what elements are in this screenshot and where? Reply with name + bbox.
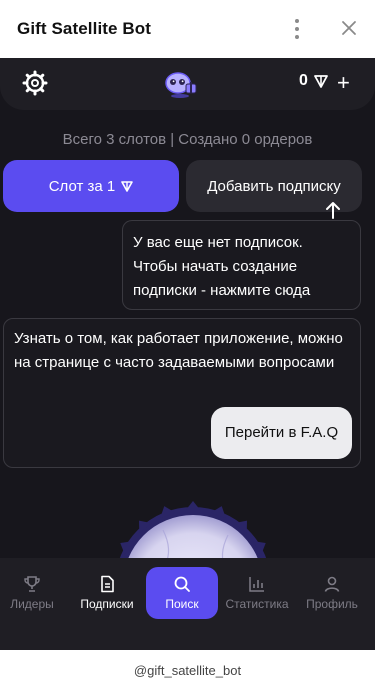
nav-label: Профиль	[306, 597, 358, 611]
go-to-faq-button[interactable]: Перейти в F.A.Q	[211, 407, 352, 459]
telegram-title: Gift Satellite Bot	[17, 19, 152, 38]
faq-card-text: Узнать о том, как работает приложение, м…	[14, 330, 343, 371]
gear-icon[interactable]	[22, 70, 48, 96]
plus-icon[interactable]: +	[337, 71, 353, 95]
nav-item-statistics[interactable]: Статистика	[221, 567, 293, 619]
nav-item-profile[interactable]: Профиль	[296, 567, 368, 619]
no-subscriptions-tip: У вас еще нет подписок. Чтобы начать соз…	[122, 220, 361, 310]
slots-summary: Всего 3 слотов | Создано 0 ордеров	[62, 131, 313, 148]
profile-icon	[324, 576, 340, 592]
bot-username-footer: @gift_satellite_bot	[0, 650, 375, 691]
nav-item-subscriptions[interactable]: Подписки	[71, 567, 143, 619]
document-icon	[101, 575, 114, 593]
nav-label: Поиск	[165, 597, 199, 611]
satellite-bot-logo-icon	[165, 72, 197, 98]
more-vertical-icon[interactable]	[288, 17, 306, 41]
nav-label: Подписки	[80, 597, 134, 611]
nav-label: Статистика	[225, 597, 289, 611]
nav-item-search[interactable]: Поиск	[146, 567, 218, 619]
ton-icon	[121, 181, 134, 192]
search-icon	[174, 576, 190, 592]
ton-icon	[314, 75, 328, 88]
nav-label: Лидеры	[10, 597, 54, 611]
add-subscription-label: Добавить подписку	[207, 177, 341, 195]
telegram-header: Gift Satellite Bot	[0, 0, 375, 58]
app-topbar: 0 +	[0, 58, 375, 110]
bottom-nav: Лидеры Подписки Поиск Статистика Профиль	[0, 558, 375, 650]
trophy-icon	[24, 576, 40, 592]
mini-app: 0 + Всего 3 слотов | Создано 0 ордеров С…	[0, 58, 375, 650]
nav-item-leaders[interactable]: Лидеры	[0, 567, 68, 619]
balance-value: 0	[299, 72, 308, 89]
buy-slot-label: Слот за 1	[48, 177, 116, 195]
buy-slot-button[interactable]: Слот за 1	[3, 160, 179, 212]
close-icon[interactable]	[338, 17, 360, 39]
arrow-up-icon	[326, 202, 340, 219]
faq-card: Узнать о том, как работает приложение, м…	[3, 318, 361, 468]
balance: 0	[299, 72, 328, 90]
bar-chart-icon	[249, 577, 264, 592]
